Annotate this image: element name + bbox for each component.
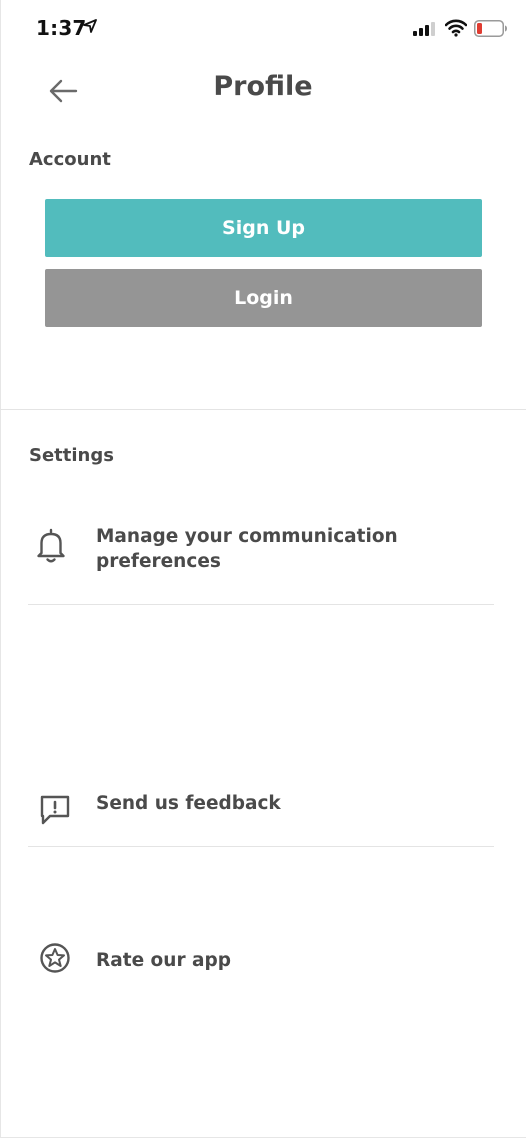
- settings-item-rate-app[interactable]: Rate our app: [28, 941, 494, 985]
- sign-up-button[interactable]: Sign Up: [45, 199, 482, 257]
- login-button[interactable]: Login: [45, 269, 482, 327]
- row-divider: [28, 604, 494, 605]
- location-arrow-icon: [83, 19, 97, 33]
- feedback-icon: [40, 795, 70, 825]
- star-icon: [40, 943, 70, 973]
- settings-item-label: Send us feedback: [96, 793, 281, 814]
- settings-item-label: Rate our app: [96, 950, 231, 971]
- settings-heading: Settings: [29, 445, 114, 466]
- battery-icon: [474, 20, 507, 37]
- page-title: Profile: [213, 71, 313, 102]
- row-divider: [28, 846, 494, 847]
- status-time: 1:37: [36, 16, 87, 40]
- settings-item-label-line-2: preferences: [96, 551, 221, 572]
- section-divider: [0, 409, 526, 410]
- settings-item-communication-preferences[interactable]: Manage your communication preferences: [28, 520, 494, 580]
- status-bar: 1:37: [0, 0, 526, 56]
- settings-item-label: Manage your communication preferences: [96, 524, 398, 574]
- settings-item-send-feedback[interactable]: Send us feedback: [28, 785, 494, 829]
- cellular-signal-icon: [413, 22, 435, 36]
- wifi-icon: [445, 19, 467, 37]
- bell-icon: [37, 528, 65, 563]
- account-heading: Account: [29, 149, 111, 170]
- settings-item-label-line-1: Manage your communication: [96, 526, 398, 547]
